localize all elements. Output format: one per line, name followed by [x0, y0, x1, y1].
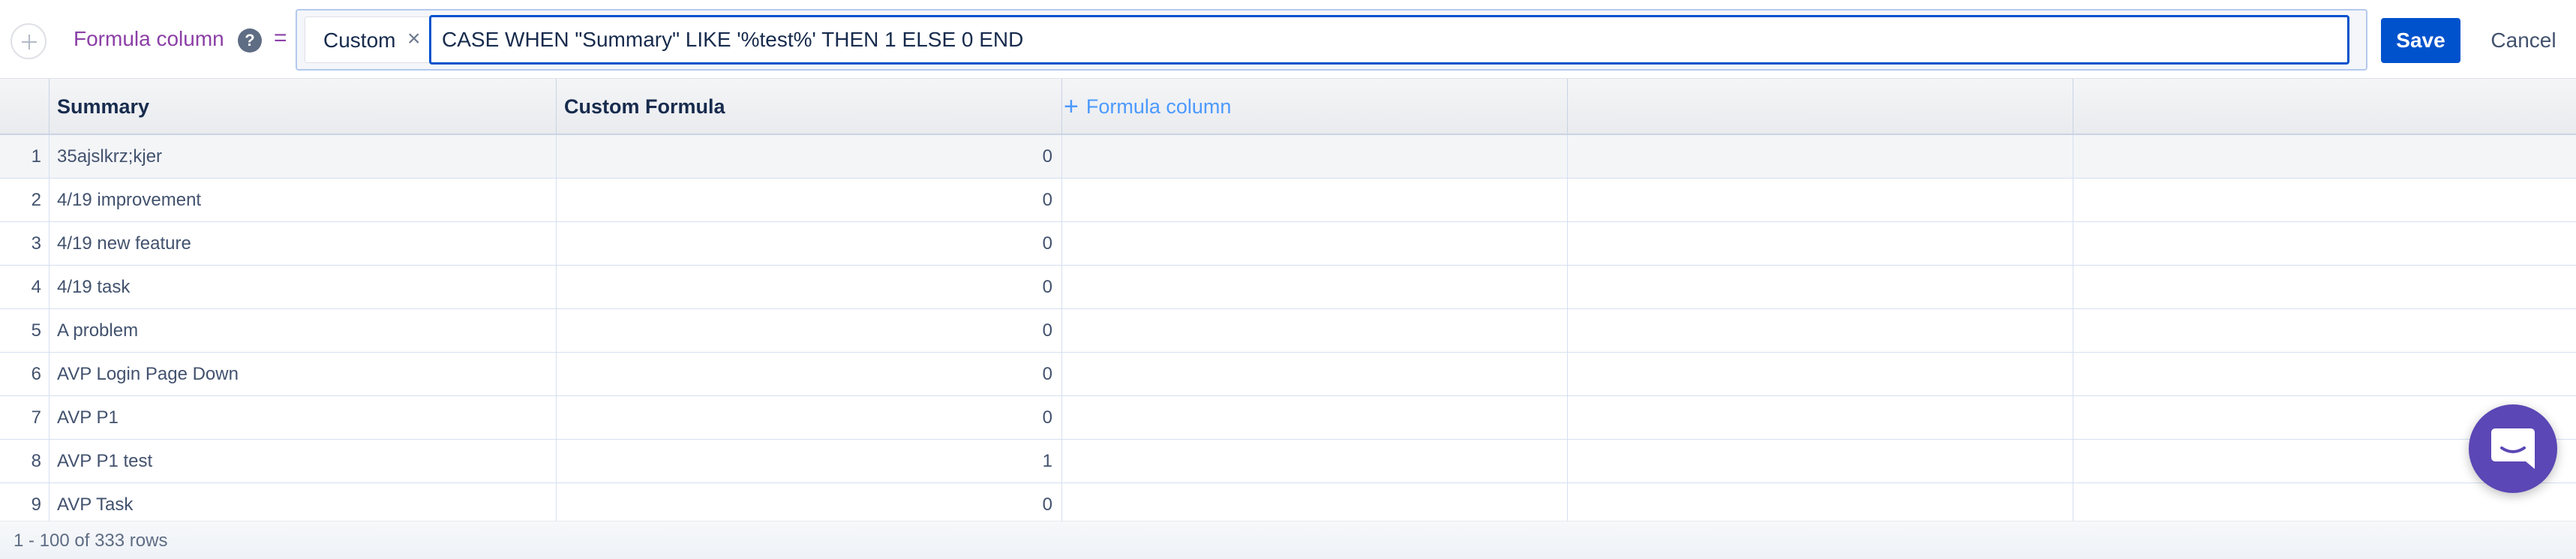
summary-cell[interactable]: 4/19 new feature [50, 222, 557, 265]
summary-cell[interactable]: AVP P1 test [50, 440, 557, 482]
summary-cell[interactable]: AVP P1 [50, 396, 557, 439]
chat-icon [2491, 428, 2535, 469]
table-row[interactable]: 5A problem 0 [0, 309, 2576, 353]
row-number: 3 [0, 222, 50, 265]
formula-column-label: Formula column [74, 27, 224, 50]
empty-cell [1062, 179, 1568, 221]
custom-formula-cell[interactable]: 0 [557, 483, 1062, 521]
empty-cell [1568, 222, 2073, 265]
equals-sign: = [274, 26, 287, 50]
custom-formula-cell[interactable]: 0 [557, 222, 1062, 265]
custom-formula-cell[interactable]: 1 [557, 440, 1062, 482]
row-number: 7 [0, 396, 50, 439]
cancel-button[interactable]: Cancel [2477, 18, 2570, 63]
empty-cell [1062, 222, 1568, 265]
add-formula-column-label: Formula column [1085, 95, 1232, 118]
formula-editor: Custom × [296, 9, 2367, 71]
column-header-summary[interactable]: Summary [50, 79, 557, 134]
row-count: 1 - 100 of 333 rows [14, 530, 168, 551]
custom-formula-cell[interactable]: 0 [557, 396, 1062, 439]
table-row[interactable]: 3 4/19 new feature 0 [0, 222, 2576, 266]
empty-cell [1568, 396, 2073, 439]
empty-cell [1568, 266, 2073, 308]
table-row[interactable]: 9 AVP Task 0 [0, 483, 2576, 521]
table-row[interactable]: 2 4/19 improvement 0 [0, 179, 2576, 222]
empty-cell [1568, 179, 2073, 221]
empty-cell [1568, 309, 2073, 352]
row-number: 6 [0, 353, 50, 395]
table-row[interactable]: 8 AVP P1 test 1 [0, 440, 2576, 483]
empty-cell [1062, 309, 1568, 352]
data-grid: Summary Custom Formula + Formula column 1… [0, 78, 2576, 521]
close-icon[interactable]: × [407, 27, 421, 51]
table-row[interactable]: 1 35ajslkrz;kjer 0 [0, 135, 2576, 179]
custom-formula-cell[interactable]: 0 [557, 309, 1062, 352]
save-button[interactable]: Save [2381, 18, 2460, 63]
empty-cell [1568, 440, 2073, 482]
plus-icon: + [1064, 92, 1079, 121]
column-header-custom-formula[interactable]: Custom Formula [557, 79, 1062, 134]
row-number: 8 [0, 440, 50, 482]
table-row[interactable]: 6 AVP Login Page Down 0 [0, 353, 2576, 396]
summary-cell[interactable]: A problem [50, 309, 557, 352]
custom-formula-cell[interactable]: 0 [557, 135, 1062, 178]
add-circle-icon[interactable] [11, 23, 47, 59]
formula-expression-input[interactable] [429, 15, 2349, 65]
row-number: 5 [0, 309, 50, 352]
formula-toolbar: Formula column ? = Custom × Save Cancel [0, 0, 2576, 78]
empty-cell [1062, 135, 1568, 178]
row-number: 2 [0, 179, 50, 221]
table-footer: 1 - 100 of 333 rows [0, 521, 2576, 559]
empty-cell [1062, 266, 1568, 308]
row-number-header [0, 79, 50, 134]
table-header: Summary Custom Formula + Formula column [0, 78, 2576, 135]
empty-cell [1568, 353, 2073, 395]
row-number: 4 [0, 266, 50, 308]
summary-cell[interactable]: 4/19 improvement [50, 179, 557, 221]
column-header-empty-2 [1568, 79, 2073, 134]
summary-cell[interactable]: AVP Task [50, 483, 557, 521]
table-row[interactable]: 4 4/19 task 0 [0, 266, 2576, 309]
function-tag-label: Custom [323, 29, 396, 52]
empty-cell [1062, 396, 1568, 439]
chat-launcher-button[interactable] [2469, 404, 2557, 493]
function-tag[interactable]: Custom × [305, 17, 437, 63]
add-formula-column-button[interactable]: + Formula column [1064, 79, 1231, 134]
empty-cell [1062, 483, 1568, 521]
row-number: 1 [0, 135, 50, 178]
custom-formula-cell[interactable]: 0 [557, 266, 1062, 308]
help-icon[interactable]: ? [238, 29, 262, 53]
summary-cell[interactable]: 4/19 task [50, 266, 557, 308]
summary-cell[interactable]: AVP Login Page Down [50, 353, 557, 395]
empty-cell [1062, 440, 1568, 482]
table-row[interactable]: 7 AVP P1 0 [0, 396, 2576, 440]
empty-cell [1568, 483, 2073, 521]
summary-cell[interactable]: 35ajslkrz;kjer [50, 135, 557, 178]
row-number: 9 [0, 483, 50, 521]
empty-cell [1062, 353, 1568, 395]
custom-formula-cell[interactable]: 0 [557, 353, 1062, 395]
custom-formula-cell[interactable]: 0 [557, 179, 1062, 221]
empty-cell [1568, 135, 2073, 178]
